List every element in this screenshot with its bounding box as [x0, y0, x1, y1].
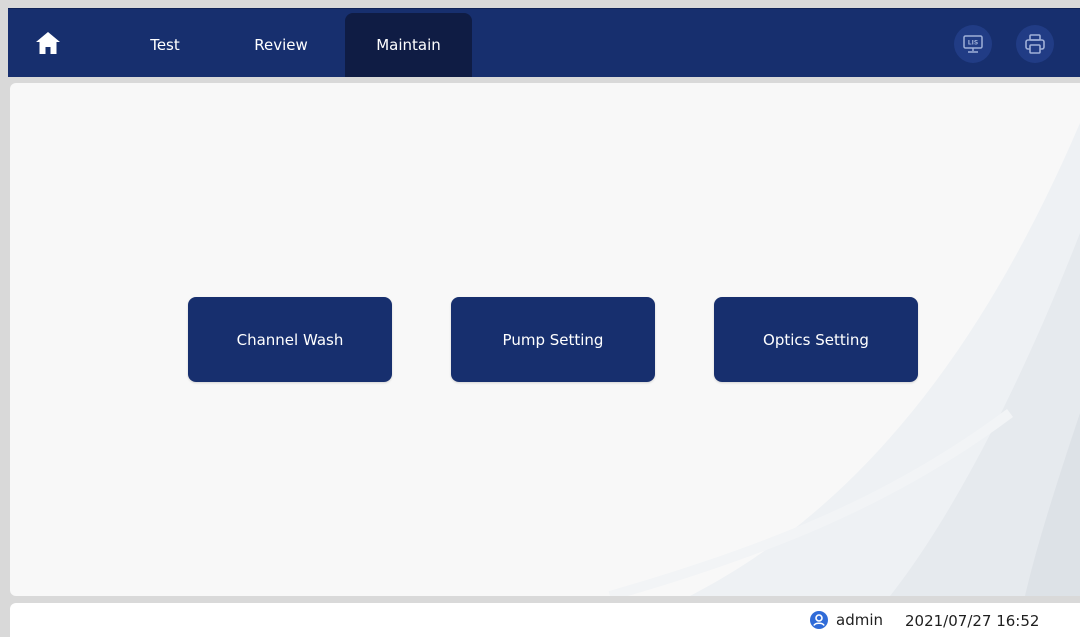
current-user: admin	[810, 611, 883, 629]
tab-test[interactable]: Test	[120, 13, 210, 77]
maintain-panel: Channel Wash Pump Setting Optics Setting	[10, 83, 1080, 596]
home-button[interactable]	[28, 25, 68, 61]
lis-monitor-icon: LIS	[963, 35, 983, 53]
top-nav-bar: Test Review Maintain LIS	[8, 8, 1080, 77]
username: admin	[836, 611, 883, 629]
tab-maintain-label: Maintain	[376, 36, 441, 54]
optics-setting-label: Optics Setting	[763, 330, 869, 349]
datetime: 2021/07/27 16:52	[905, 612, 1040, 630]
tab-test-label: Test	[150, 36, 180, 54]
user-icon	[810, 611, 828, 629]
optics-setting-button[interactable]: Optics Setting	[714, 297, 918, 382]
channel-wash-button[interactable]: Channel Wash	[188, 297, 392, 382]
print-button[interactable]	[1016, 25, 1054, 63]
printer-icon	[1025, 34, 1045, 54]
home-icon	[36, 32, 60, 54]
tab-review[interactable]: Review	[236, 13, 326, 77]
tab-review-label: Review	[254, 36, 308, 54]
channel-wash-label: Channel Wash	[236, 330, 344, 349]
status-bar: admin 2021/07/27 16:52	[10, 603, 1080, 637]
pump-setting-label: Pump Setting	[502, 330, 604, 349]
tab-maintain[interactable]: Maintain	[345, 13, 472, 77]
pump-setting-button[interactable]: Pump Setting	[451, 297, 655, 382]
app-window: Test Review Maintain LIS Channel Wash Pu…	[0, 0, 1080, 637]
lis-icon-text: LIS	[968, 40, 978, 47]
lis-button[interactable]: LIS	[954, 25, 992, 63]
